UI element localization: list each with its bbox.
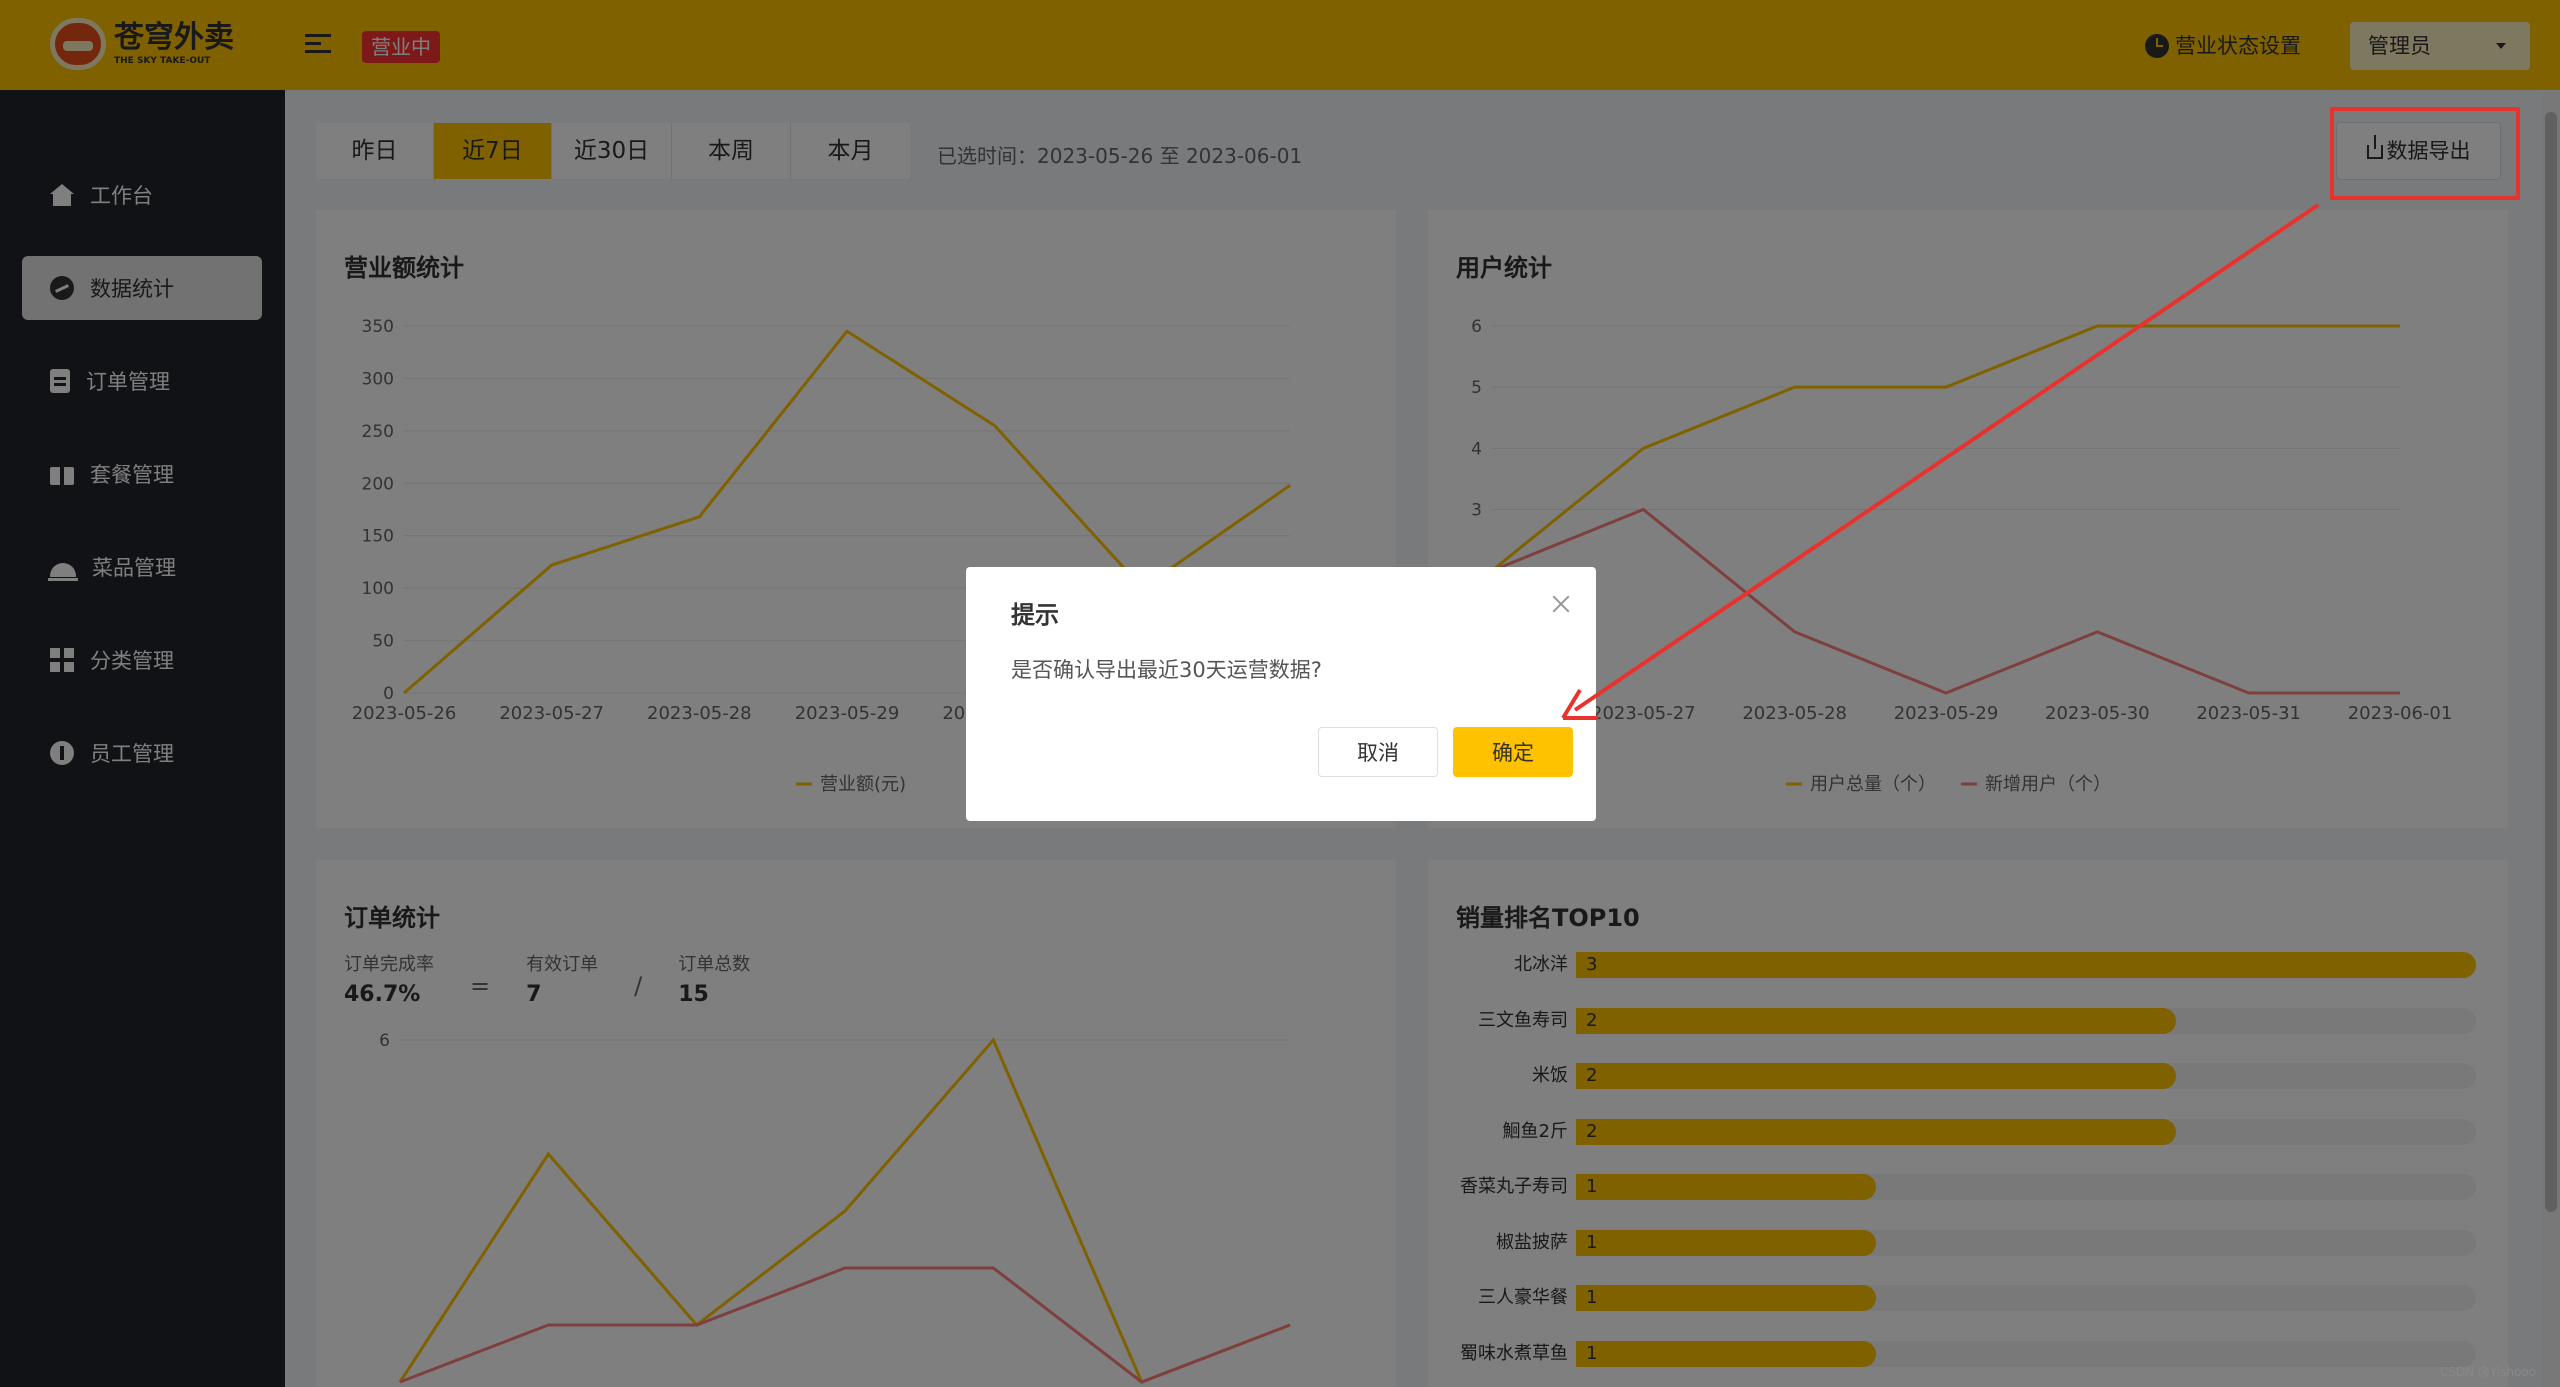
- annotation-arrow: [1561, 203, 2320, 720]
- watermark: CSDN @Yishooo: [2440, 1365, 2537, 1379]
